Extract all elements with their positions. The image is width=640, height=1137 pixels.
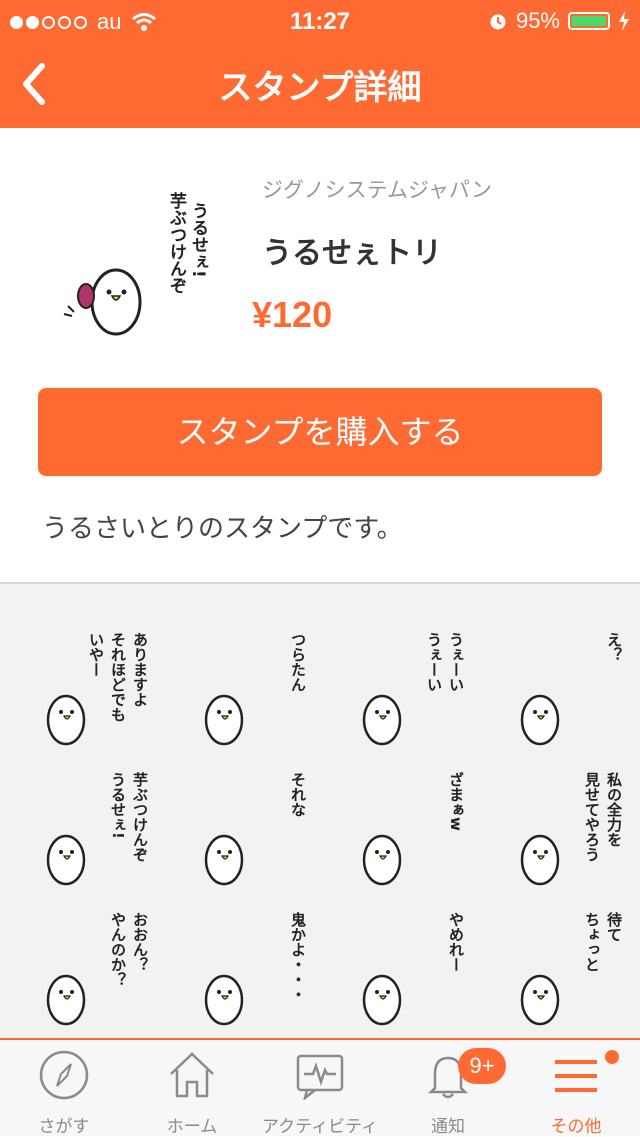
alarm-icon [490, 14, 506, 30]
sticker-thumbnail[interactable]: やんのか？ おおん？ [10, 900, 160, 1040]
sticker-caption-line: いやー [87, 632, 105, 677]
compass-icon [39, 1050, 89, 1100]
sticker-caption-line: ちょっと [583, 912, 601, 972]
sticker-caption-line: やんのか？ [109, 912, 127, 987]
sticker-thumbnail[interactable]: それな [168, 760, 318, 900]
tab-activity[interactable]: アクティビティ [256, 1040, 384, 1137]
bird-character-image: いやー それほどでも ありますよ [46, 632, 149, 746]
menu-icon [555, 1060, 597, 1092]
battery-percent: 95% [515, 8, 560, 33]
tab-home[interactable]: ホーム [128, 1040, 256, 1137]
sticker-caption-line: つらたん [289, 632, 307, 692]
publisher-name[interactable]: ジグノシステムジャパン [262, 174, 492, 204]
sticker-caption-line: 見せてやろう [583, 772, 601, 862]
bird-character-image: ざまぁw [362, 771, 465, 886]
home-icon [170, 1052, 214, 1098]
sticker-caption-line: え？ [605, 632, 623, 662]
sticker-caption-line: 芋ぶつけんぞ [131, 772, 149, 862]
bird-character-image: うぇーい うぇーい [362, 632, 465, 746]
sticker-preview-image[interactable]: うるせぇ! 芋ぶつけんぞ [50, 184, 210, 344]
charging-icon [619, 11, 629, 31]
status-bar: au 11:27 95% [0, 0, 640, 40]
sticker-thumbnail[interactable]: ちょっと 待て [484, 900, 634, 1040]
sticker-caption-line: それな [289, 772, 307, 817]
new-indicator-dot [605, 1050, 619, 1064]
tab-label: その他 [550, 1117, 602, 1137]
tab-more[interactable]: その他 [512, 1040, 640, 1137]
tab-search[interactable]: さがす [0, 1040, 128, 1137]
bird-character-image: 鬼かよ・・・ [204, 911, 307, 1026]
sticker-thumbnail[interactable]: やめれー [326, 900, 476, 1040]
sticker-caption-line: やめれー [447, 912, 465, 972]
price-label: ¥120 [252, 294, 333, 335]
sticker-thumbnail[interactable]: 鬼かよ・・・ [168, 900, 318, 1040]
bird-character-image: つらたん [204, 632, 307, 746]
bird-character-image: ちょっと 待て [520, 911, 623, 1026]
page-title: スタンプ詳細 [218, 68, 422, 108]
bird-character-image: やんのか？ おおん？ [46, 912, 149, 1026]
sticker-thumbnail[interactable]: え？ [484, 620, 634, 760]
sticker-thumbnail[interactable]: うるせぇ! 芋ぶつけんぞ [10, 760, 160, 900]
sticker-description: うるさいとりのスタンプです。 [42, 514, 403, 544]
sticker-thumbnail[interactable]: 見せてやろう 私の全力を [484, 760, 634, 900]
sticker-thumbnail[interactable]: ざまぁw [326, 760, 476, 900]
sticker-caption-line: うぇーい [447, 632, 465, 692]
sticker-thumbnail[interactable]: いやー それほどでも ありますよ [10, 620, 160, 760]
sticker-thumbnail[interactable]: つらたん [168, 620, 318, 760]
notification-badge: 9+ [458, 1048, 506, 1084]
sticker-caption-line: ありますよ [131, 632, 149, 707]
sticker-caption-line: うぇーい [425, 632, 443, 692]
bird-character-image: うるせぇ! 芋ぶつけんぞ [46, 772, 149, 886]
tab-label: 通知 [431, 1117, 465, 1137]
sticker-caption-line: うるせぇ! [109, 772, 127, 839]
sticker-caption-line: 鬼かよ・・・ [289, 911, 307, 1002]
sticker-thumbnail[interactable]: うぇーい うぇーい [326, 620, 476, 760]
sticker-detail: うるせぇ! 芋ぶつけんぞ ジグノシステムジャパン うるせぇトリ ¥120 スタン… [0, 128, 640, 580]
nav-bar: スタンプ詳細 [0, 40, 640, 128]
sticker-caption-line: 芋ぶつけんぞ [166, 191, 188, 294]
sticker-caption-line: おおん？ [131, 912, 149, 972]
bird-character-image: え？ [520, 632, 623, 746]
bird-character-image: 見せてやろう 私の全力を [520, 772, 623, 886]
tab-bar: さがす ホーム アクティビティ 通知 9+ その他 [0, 1038, 640, 1137]
sticker-name: うるせぇトリ [262, 236, 442, 271]
sticker-caption-line: 待て [605, 911, 623, 942]
sticker-grid: いやー それほどでも ありますよ つらたん うぇーい うぇーい え？ うるせぇ! 芋ぶつけんぞ そ… [0, 584, 640, 1038]
sticker-caption-line: ざまぁw [447, 771, 465, 831]
bird-character-image: それな [204, 772, 307, 886]
sticker-caption-line: それほどでも [109, 632, 127, 722]
tab-label: アクティビティ [261, 1117, 379, 1137]
bird-character-image: やめれー [362, 912, 465, 1026]
battery-icon [568, 12, 610, 30]
sticker-caption-line: うるせぇ! [188, 202, 209, 278]
purchase-button[interactable]: スタンプを購入する [38, 388, 602, 476]
activity-icon [296, 1054, 344, 1100]
tab-label: ホーム [166, 1117, 218, 1137]
tab-label: さがす [38, 1117, 90, 1137]
sticker-caption-line: 私の全力を [605, 772, 623, 847]
